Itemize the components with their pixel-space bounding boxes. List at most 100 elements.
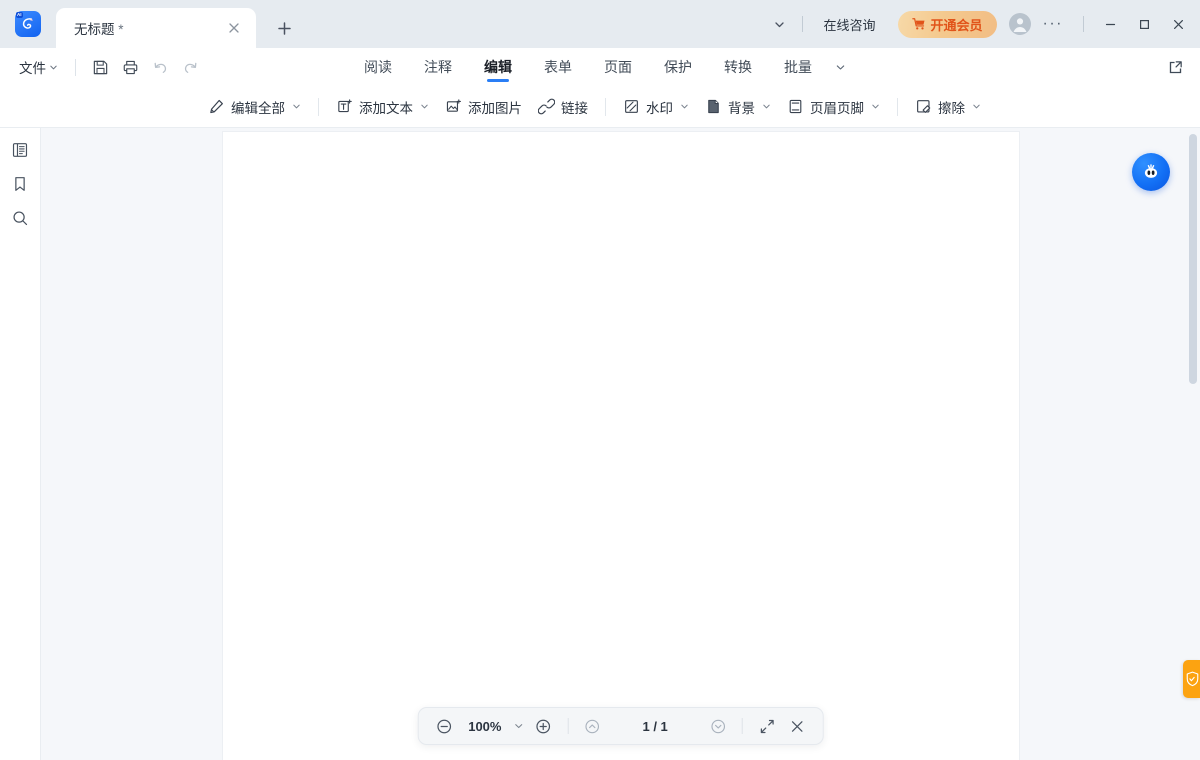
header-footer-label: 页眉页脚	[810, 100, 864, 116]
save-icon[interactable]	[86, 54, 114, 80]
promo-side-tab[interactable]	[1183, 660, 1200, 698]
logo-ai-badge: AI	[16, 11, 23, 18]
watermark-button[interactable]: 水印	[615, 93, 697, 121]
print-icon[interactable]	[116, 54, 144, 80]
divider	[318, 97, 319, 116]
upgrade-vip-button[interactable]: 开通会员	[897, 10, 997, 38]
chevron-down-icon[interactable]	[766, 11, 792, 37]
divider	[1083, 16, 1084, 32]
add-text-label: 添加文本	[359, 100, 413, 116]
sidebar-item-search[interactable]	[6, 204, 34, 232]
page-navigation-bar: 100% 1 / 1	[417, 707, 824, 745]
document-viewport[interactable]: 100% 1 / 1	[41, 128, 1200, 760]
sidebar-item-thumbnails[interactable]	[6, 136, 34, 164]
tab-filename: 无标题	[74, 22, 115, 37]
add-image-button[interactable]: 添加图片	[437, 93, 530, 121]
tab-read[interactable]: 阅读	[348, 48, 408, 86]
divider	[897, 97, 898, 116]
scrollbar-thumb[interactable]	[1189, 134, 1197, 384]
chevron-down-icon[interactable]	[509, 721, 527, 731]
close-icon[interactable]	[783, 712, 811, 740]
ellipsis-icon[interactable]: ···	[1033, 15, 1073, 33]
upgrade-vip-label: 开通会员	[930, 17, 983, 33]
close-icon[interactable]	[224, 18, 244, 38]
fit-screen-icon[interactable]	[753, 712, 781, 740]
logo-swoosh-icon	[22, 18, 33, 29]
plus-icon[interactable]	[270, 14, 298, 42]
ai-assistant-button[interactable]	[1132, 153, 1170, 191]
file-menu-label: 文件	[19, 61, 46, 76]
background-label: 背景	[728, 100, 755, 116]
chevron-up-circle-icon[interactable]	[578, 712, 606, 740]
divider	[75, 58, 76, 76]
pdf-page-canvas[interactable]	[222, 132, 1019, 760]
tab-protect[interactable]: 保护	[648, 48, 708, 86]
tab-batch[interactable]: 批量	[768, 48, 828, 86]
header-footer-icon	[787, 98, 804, 115]
document-tab[interactable]: 无标题 *	[56, 8, 256, 48]
title-bar-right-cluster: 在线咨询 开通会员 ···	[766, 0, 1200, 48]
chevron-down-icon	[292, 102, 301, 111]
sidebar-item-bookmarks[interactable]	[6, 170, 34, 198]
open-external-icon[interactable]	[1160, 53, 1190, 81]
window-close-icon[interactable]	[1162, 9, 1194, 39]
chevron-down-icon[interactable]	[828, 48, 852, 86]
tab-modified-marker: *	[118, 22, 124, 37]
tab-form[interactable]: 表单	[528, 48, 588, 86]
divider	[605, 97, 606, 116]
minimize-icon[interactable]	[1094, 9, 1126, 39]
erase-label: 擦除	[938, 100, 965, 116]
user-avatar-icon[interactable]	[1008, 13, 1031, 35]
watermark-label: 水印	[646, 100, 673, 116]
tab-label: 阅读	[364, 59, 392, 75]
undo-icon[interactable]	[146, 54, 174, 80]
watermark-icon	[623, 98, 640, 115]
edit-ribbon-toolbar: 编辑全部 添加文本 添加图片 链接 水印 背景 页眉页脚 擦除	[0, 86, 1200, 128]
chevron-down-icon	[762, 102, 771, 111]
title-bar: AI 无标题 * 在线咨询 开通会员 ···	[0, 0, 1200, 48]
add-text-button[interactable]: 添加文本	[328, 93, 437, 121]
cart-icon	[911, 17, 926, 31]
ai-mascot-icon	[1139, 160, 1163, 184]
divider	[567, 718, 569, 734]
tab-edit[interactable]: 编辑	[468, 48, 528, 86]
shield-icon	[1185, 671, 1200, 687]
eraser-icon	[915, 98, 932, 115]
zoom-level-value[interactable]: 100%	[460, 719, 507, 734]
tab-label: 注释	[424, 59, 452, 75]
link-button[interactable]: 链接	[530, 93, 596, 121]
header-footer-button[interactable]: 页眉页脚	[779, 93, 888, 121]
zoom-out-icon[interactable]	[430, 712, 458, 740]
zoom-in-icon[interactable]	[529, 712, 557, 740]
chevron-down-circle-icon[interactable]	[704, 712, 732, 740]
page-indicator[interactable]: 1 / 1	[608, 719, 701, 734]
tab-label: 批量	[784, 59, 812, 75]
divider	[741, 718, 743, 734]
chevron-down-icon	[49, 63, 58, 72]
chevron-down-icon	[871, 102, 880, 111]
tab-convert[interactable]: 转换	[708, 48, 768, 86]
file-menu-button[interactable]: 文件	[12, 52, 65, 82]
tab-annotate[interactable]: 注释	[408, 48, 468, 86]
chevron-down-icon	[420, 102, 429, 111]
edit-pencil-icon	[208, 98, 225, 115]
chevron-down-icon	[680, 102, 689, 111]
left-sidebar-rail	[0, 128, 41, 760]
background-button[interactable]: 背景	[697, 93, 779, 121]
tab-label: 表单	[544, 59, 572, 75]
redo-icon[interactable]	[176, 54, 204, 80]
document-tab-title: 无标题 *	[74, 18, 224, 38]
erase-button[interactable]: 擦除	[907, 93, 989, 121]
tab-label: 保护	[664, 59, 692, 75]
tab-label: 转换	[724, 59, 752, 75]
edit-all-button[interactable]: 编辑全部	[200, 93, 309, 121]
link-label: 链接	[561, 100, 588, 116]
link-icon	[538, 98, 555, 115]
edit-all-label: 编辑全部	[231, 100, 285, 116]
add-image-label: 添加图片	[468, 100, 522, 116]
maximize-icon[interactable]	[1128, 9, 1160, 39]
online-consult-button[interactable]: 在线咨询	[813, 10, 885, 39]
tab-page[interactable]: 页面	[588, 48, 648, 86]
menu-bar-right	[1160, 53, 1200, 81]
app-logo-icon: AI	[15, 11, 41, 37]
